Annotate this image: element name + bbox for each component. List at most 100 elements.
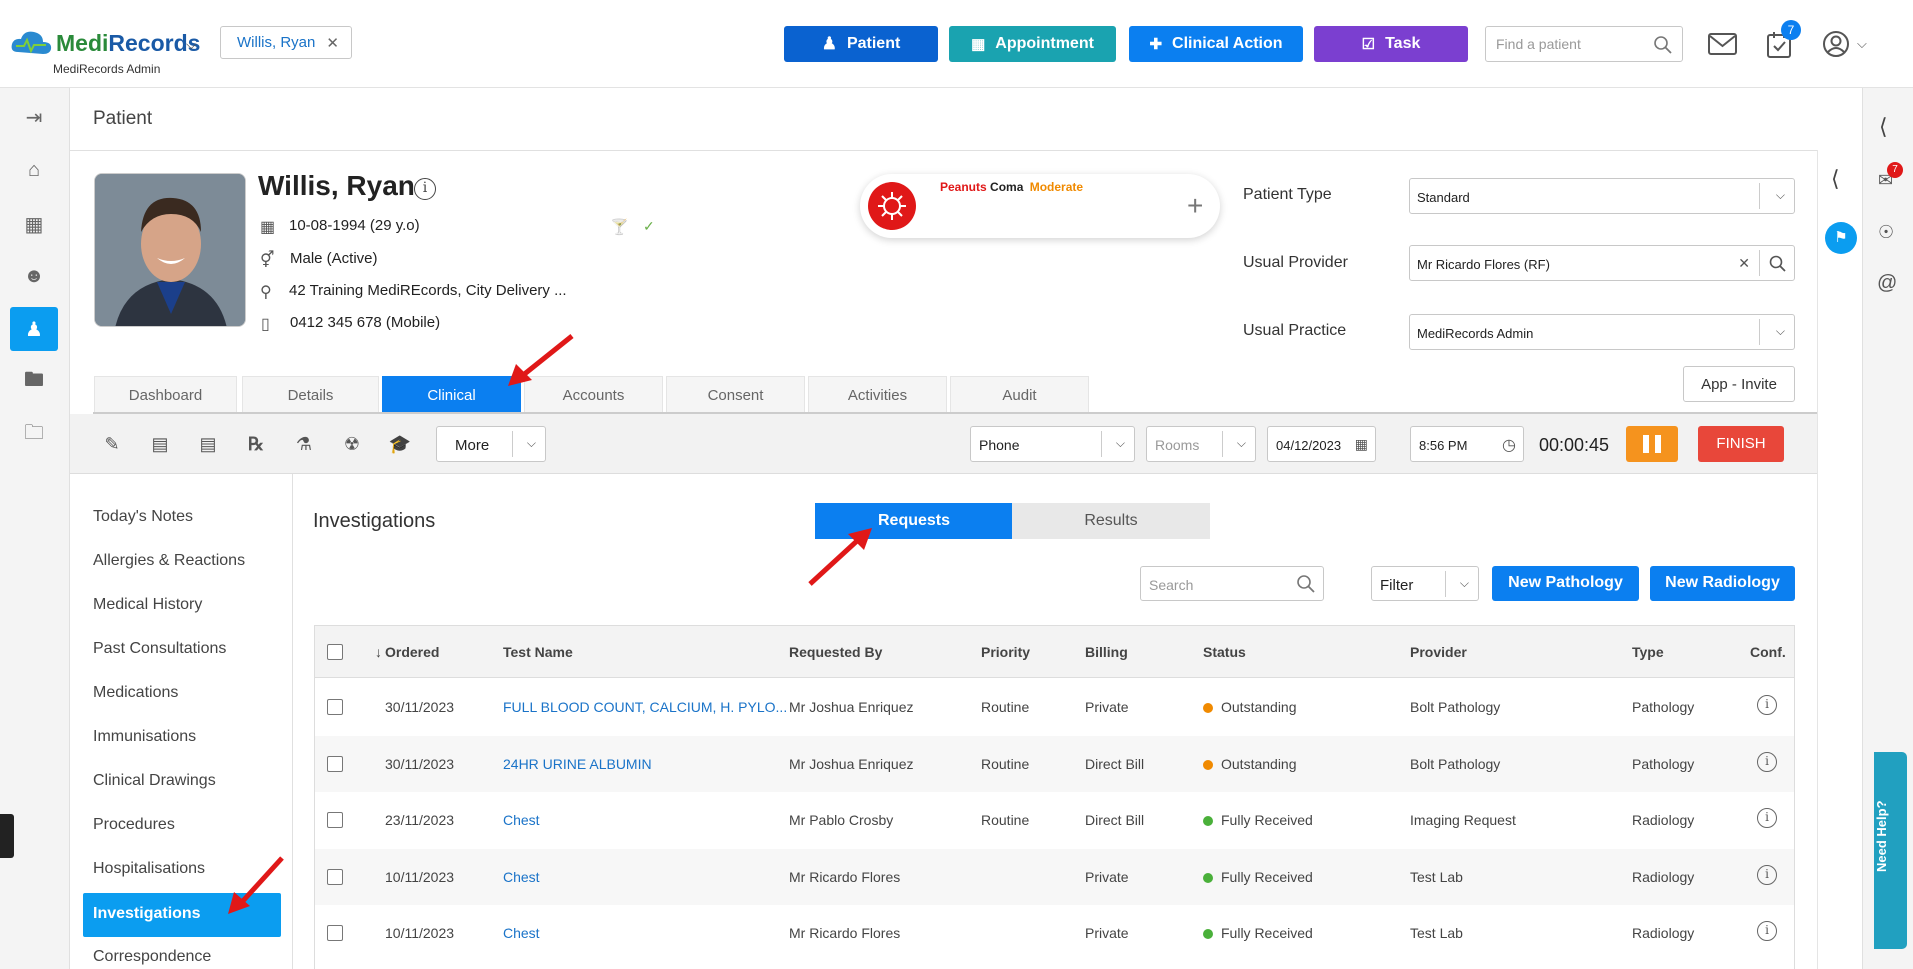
select-all-checkbox[interactable] <box>327 644 343 660</box>
chevron-down-icon[interactable]: ⌵ <box>186 36 197 53</box>
lab-flask-icon[interactable]: ⚗ <box>290 430 318 458</box>
pause-button[interactable] <box>1626 426 1678 462</box>
new-appointment-button[interactable]: ▦ Appointment <box>949 26 1116 62</box>
alcohol-icon[interactable]: 🍸 <box>610 218 629 236</box>
home-icon[interactable]: ⌂ <box>10 148 58 192</box>
tab-audit[interactable]: Audit <box>950 376 1089 413</box>
calendar-icon[interactable]: ▦ <box>1355 436 1368 453</box>
calendar-icon[interactable]: ▦ <box>10 202 58 246</box>
nav-clinical-drawings[interactable]: Clinical Drawings <box>93 772 216 790</box>
nav-immunisations[interactable]: Immunisations <box>93 728 196 746</box>
nav-allergies[interactable]: Allergies & Reactions <box>93 552 245 570</box>
table-row[interactable]: 10/11/2023 Chest Mr Ricardo Flores Private F… <box>315 905 1794 961</box>
row-checkbox[interactable] <box>327 925 343 941</box>
col-billing[interactable]: Billing <box>1085 644 1128 660</box>
patient-file-icon[interactable]: ▤ <box>146 430 174 458</box>
expand-menu-icon[interactable]: ⇥ <box>10 95 58 139</box>
notes-edit-icon[interactable]: ✎ <box>98 430 126 458</box>
patients-icon[interactable]: ♟ <box>10 307 58 351</box>
nav-hospitalisations[interactable]: Hospitalisations <box>93 860 205 878</box>
find-patient-input[interactable]: Find a patient <box>1485 26 1683 62</box>
row-checkbox[interactable] <box>327 699 343 715</box>
row-checkbox[interactable] <box>327 755 343 772</box>
pin-icon[interactable]: ☉ <box>1878 222 1894 243</box>
new-task-button[interactable]: ☑ Task <box>1314 26 1468 62</box>
group-icon[interactable]: ☻ <box>10 254 58 298</box>
tab-dashboard[interactable]: Dashboard <box>94 376 237 413</box>
collapse-panel-icon[interactable]: ⟨ <box>1831 166 1840 192</box>
table-row[interactable]: 30/11/2023 24HR URINE ALBUMIN Mr Joshua En… <box>315 735 1794 792</box>
col-provider[interactable]: Provider <box>1410 644 1467 660</box>
collapse-sidebar-icon[interactable]: ⟨ <box>1879 114 1888 140</box>
chart-file-icon[interactable]: ▤ <box>194 430 222 458</box>
cell-test[interactable]: Chest <box>503 812 540 828</box>
cell-test[interactable]: Chest <box>503 925 540 941</box>
cell-test[interactable]: Chest <box>503 869 540 885</box>
clinical-action-button[interactable]: ✚ Clinical Action <box>1129 26 1303 62</box>
info-icon[interactable]: i <box>1757 751 1777 772</box>
row-checkbox[interactable] <box>327 812 343 828</box>
col-conf[interactable]: Conf. <box>1750 644 1786 660</box>
date-input[interactable]: 04/12/2023 ▦ <box>1267 426 1376 462</box>
more-dropdown[interactable]: More ⌵ <box>436 426 546 462</box>
col-status[interactable]: Status <box>1203 644 1246 660</box>
mail-icon[interactable] <box>1708 33 1738 55</box>
side-widget-handle[interactable] <box>0 814 14 858</box>
cell-test[interactable]: 24HR URINE ALBUMIN <box>503 756 652 772</box>
tab-consent[interactable]: Consent <box>666 376 805 413</box>
info-icon[interactable]: i <box>1757 864 1777 885</box>
usual-provider-field[interactable]: Mr Ricardo Flores (RF) ✕ <box>1409 245 1795 281</box>
nav-todays-notes[interactable]: Today's Notes <box>93 508 193 526</box>
col-type[interactable]: Type <box>1632 644 1664 660</box>
patient-type-select[interactable]: Standard ⌵ <box>1409 178 1795 214</box>
col-requested-by[interactable]: Requested By <box>789 644 882 660</box>
patient-info-icon[interactable]: i <box>414 178 436 200</box>
search-icon[interactable] <box>1297 575 1315 593</box>
need-help-tab[interactable]: Need Help? <box>1874 752 1907 949</box>
prescription-icon[interactable]: ℞ <box>242 430 270 458</box>
clear-icon[interactable]: ✕ <box>1738 255 1750 272</box>
cell-test[interactable]: FULL BLOOD COUNT, CALCIUM, H. PYLO... <box>503 699 787 715</box>
open-patient-chip[interactable]: Willis, Ryan ✕ <box>220 26 352 59</box>
usual-practice-select[interactable]: MediRecords Admin ⌵ <box>1409 314 1795 350</box>
allergy-card[interactable]: Peanuts Coma Moderate + <box>860 174 1220 238</box>
nav-medical-history[interactable]: Medical History <box>93 596 202 614</box>
add-allergy-icon[interactable]: + <box>1187 190 1203 222</box>
tab-activities[interactable]: Activities <box>808 376 947 413</box>
info-icon[interactable]: i <box>1757 808 1777 828</box>
info-icon[interactable]: i <box>1757 695 1777 715</box>
search-icon[interactable] <box>1654 36 1672 54</box>
new-radiology-button[interactable]: New Radiology <box>1650 566 1795 601</box>
tag-icon[interactable]: ⚑ <box>1825 222 1857 254</box>
table-row[interactable]: 10/11/2023 Chest Mr Ricardo Flores Private F… <box>315 848 1794 905</box>
investigation-search-input[interactable]: Search <box>1140 566 1324 601</box>
filter-select[interactable]: Filter ⌵ <box>1371 566 1479 601</box>
nav-procedures[interactable]: Procedures <box>93 816 175 834</box>
sort-arrow-icon[interactable]: ↓ <box>375 644 382 660</box>
nav-correspondence[interactable]: Correspondence <box>93 948 211 966</box>
smoking-icon[interactable]: ✓ <box>643 218 655 235</box>
radiology-icon[interactable]: ☢ <box>338 430 366 458</box>
time-input[interactable]: 8:56 PM ◷ <box>1410 426 1524 462</box>
close-icon[interactable]: ✕ <box>326 34 339 52</box>
nav-past-consultations[interactable]: Past Consultations <box>93 640 226 658</box>
finish-button[interactable]: FINISH <box>1698 426 1784 462</box>
row-checkbox[interactable] <box>327 868 343 885</box>
new-patient-button[interactable]: ♟ Patient <box>784 26 938 62</box>
search-icon[interactable] <box>1769 255 1786 272</box>
education-icon[interactable]: 🎓 <box>386 430 414 458</box>
col-test-name[interactable]: Test Name <box>503 644 573 660</box>
rooms-select[interactable]: Rooms ⌵ <box>1146 426 1256 462</box>
contact-method-select[interactable]: Phone ⌵ <box>970 426 1135 462</box>
tab-details[interactable]: Details <box>242 376 379 413</box>
chevron-down-icon[interactable]: ⌵ <box>1857 36 1867 52</box>
info-icon[interactable]: i <box>1757 921 1777 941</box>
new-pathology-button[interactable]: New Pathology <box>1492 566 1639 601</box>
clock-icon[interactable]: ◷ <box>1502 435 1516 455</box>
app-invite-button[interactable]: App - Invite <box>1683 366 1795 402</box>
nav-medications[interactable]: Medications <box>93 684 178 702</box>
table-row[interactable]: 30/11/2023 FULL BLOOD COUNT, CALCIUM, H. … <box>315 679 1794 735</box>
mention-icon[interactable]: @ <box>1877 272 1897 295</box>
results-tab[interactable]: Results <box>1012 503 1210 539</box>
col-priority[interactable]: Priority <box>981 644 1030 660</box>
